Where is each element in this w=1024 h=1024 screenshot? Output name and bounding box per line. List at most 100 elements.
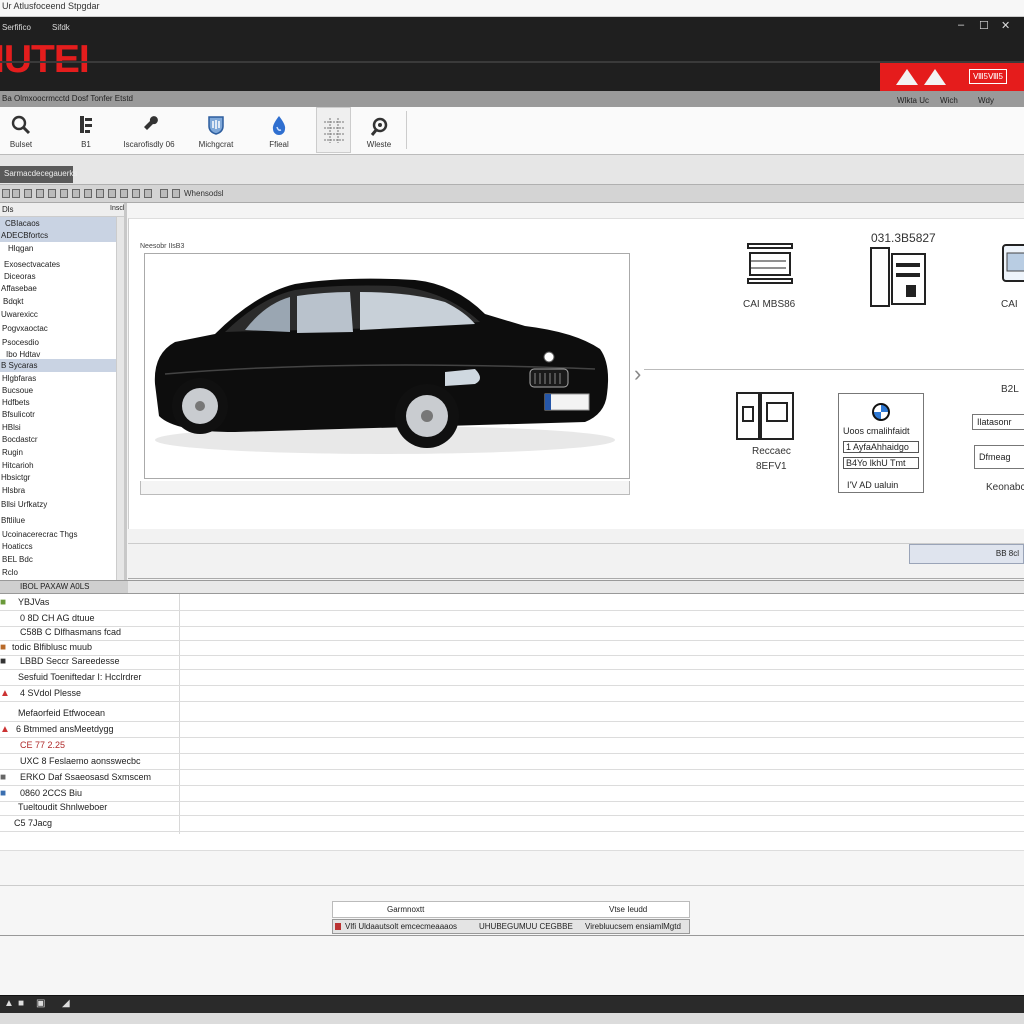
sidebar-item[interactable]: Hlsbra [0, 484, 116, 497]
tray-icon[interactable]: ■ [18, 998, 29, 1009]
toolbar-shield-button[interactable]: Michgcrat [190, 107, 242, 153]
footer-divider [128, 543, 1024, 544]
list-item[interactable]: ■ YBJVas [0, 595, 1024, 611]
list-item[interactable]: Sesfuid Toeniftedar I: Hcclrdrer [0, 670, 1024, 686]
sidebar-item[interactable]: Bfsulicotr [0, 408, 116, 421]
sidebar-item[interactable]: Bdqkt [0, 295, 116, 308]
close-button[interactable]: ✕ [1001, 19, 1010, 32]
tool-icon[interactable] [72, 189, 80, 198]
sidebar-scrollbar[interactable] [116, 217, 124, 580]
list-item[interactable]: UXC 8 Feslaemo aonsswecbc [0, 754, 1024, 770]
minimize-button[interactable]: – [958, 19, 964, 31]
tool-icon[interactable] [132, 189, 140, 198]
partial-module-icon[interactable] [1001, 243, 1024, 283]
brand-logo: IUTEI [0, 38, 90, 81]
sidebar-item[interactable]: Hlqgan [0, 242, 116, 255]
shield-icon [206, 115, 226, 140]
toolbar-settings-button[interactable]: Wleste [360, 107, 398, 153]
bottom-tab-2[interactable]: UHUBEGUMUU CEGBBE [479, 922, 573, 931]
sidebar-item[interactable]: Bocdastcr [0, 433, 116, 446]
bottom-tab-1[interactable]: Vlfi Uldaautsolt emcecmeaaaos [345, 922, 457, 931]
sidebar-item[interactable]: Hbsictgr [0, 471, 116, 484]
toolbar-document-button[interactable]: B1 [66, 107, 106, 153]
nav-link-1[interactable]: Wlkta Uc [897, 96, 929, 105]
panel-action-button[interactable]: BB 8cl [909, 544, 1024, 564]
list-item[interactable]: ■ LBBD Seccr Sareedesse [0, 654, 1024, 670]
sidebar-item[interactable]: BEL Bdc [0, 553, 116, 566]
list-item[interactable]: ■ ERKO Daf Ssaeosasd Sxmscem [0, 770, 1024, 786]
sidebar-item[interactable]: Rugin [0, 446, 116, 459]
tool-icon[interactable] [120, 189, 128, 198]
window-icon[interactable]: ▣ [36, 998, 47, 1009]
grid-icon [322, 116, 346, 149]
sidebar-item[interactable]: Hoaticcs [0, 540, 116, 553]
toolbar-grid-button[interactable] [316, 107, 351, 153]
vehicle-image-frame [144, 253, 630, 479]
list-item[interactable]: CE 77 2.25 [0, 738, 1024, 754]
list-item[interactable]: C5 7Jacg [0, 816, 1024, 832]
toolbar-search-button[interactable]: Bulset [0, 107, 42, 153]
sidebar-item[interactable]: Bllsi Urfkatzy [0, 498, 116, 511]
side-button-1[interactable]: Ilatasonr [972, 414, 1024, 430]
list-item[interactable]: Tueltoudit Shnlweboer [0, 800, 1024, 816]
toolbar-fuel-button[interactable]: Ffieal [256, 107, 302, 153]
list-header-label: IBOL PAXAW A0LS [0, 581, 128, 593]
tool-icon[interactable] [172, 189, 180, 198]
tool-icon[interactable] [12, 189, 20, 198]
bottom-header-left: Garmnoxtt [387, 905, 425, 914]
toolbar-wrench-button[interactable]: Iscarofisdly 06 [118, 107, 180, 153]
nav-link-3[interactable]: Wdy [978, 96, 994, 105]
sidebar-item[interactable]: Affasebae [0, 282, 116, 295]
list-item[interactable]: C58B C Dlfhasmans fcad [0, 625, 1024, 641]
vehicle-image-base [140, 481, 630, 495]
scanner-module-icon[interactable] [868, 245, 928, 309]
sidebar-header-right: Inscl [110, 205, 125, 212]
nav-link-2[interactable]: Wich [940, 96, 958, 105]
sidebar-item[interactable]: B Sycaras [0, 359, 116, 372]
divider [0, 935, 1024, 936]
bottom-header: Garmnoxtt Vtse Ieudd [332, 901, 690, 918]
vehicle-info-card[interactable]: Uoos cmalihfaidt 1 AyfaAhhaidgo B4Yo lkh… [838, 393, 924, 493]
car-image [154, 278, 615, 454]
sidebar-header: Dls Inscl [0, 203, 124, 217]
chevron-right-icon[interactable]: › [634, 361, 641, 387]
tool-icon[interactable] [144, 189, 152, 198]
module-label-4: 8EFV1 [756, 461, 787, 472]
tool-icon[interactable] [160, 189, 168, 198]
tool-icon[interactable] [2, 189, 10, 198]
sidebar-item[interactable]: Uwarexicc [0, 308, 116, 321]
sidebar-item[interactable]: Bftlilue [0, 514, 116, 527]
sidebar-item[interactable]: Pogvxaoctac [0, 322, 116, 335]
tool-icon[interactable] [84, 189, 92, 198]
side-button-2[interactable]: Dfmeag [974, 445, 1024, 469]
list-item[interactable]: ▲ 4 SVdol Plesse [0, 686, 1024, 702]
maximize-button[interactable]: ☐ [979, 19, 989, 32]
tab-main[interactable]: Sarmacdecegauerks [0, 166, 77, 183]
status-icon [335, 923, 341, 930]
bottom-tabs: Vlfi Uldaautsolt emcecmeaaaos UHUBEGUMUU… [332, 919, 690, 934]
tool-icon[interactable] [108, 189, 116, 198]
sidebar-item[interactable]: ADECBfortcs [0, 229, 116, 242]
sidebar-item[interactable]: Rclo [0, 566, 116, 579]
tool-icon[interactable] [96, 189, 104, 198]
list-item[interactable]: ▲ 6 Btmmed ansMeetdygg [0, 722, 1024, 738]
list-item[interactable]: Mefaorfeid Etfwocean [0, 706, 1024, 722]
warning-triangle-icon [896, 69, 918, 85]
info-icon: ■ [0, 788, 7, 799]
module-label-5: Keonabc [986, 482, 1024, 493]
vehicle-caption: Neesobr IIsB3 [140, 243, 185, 250]
panel-footer: BB 8cl [128, 529, 1024, 579]
arrow-icon[interactable]: ◢ [62, 998, 73, 1009]
bell-icon[interactable]: ▲ [4, 998, 15, 1009]
tool-icon[interactable] [36, 189, 44, 198]
tool-icon[interactable] [24, 189, 32, 198]
diagnostic-module-icon[interactable] [735, 391, 795, 441]
menu-item-file[interactable]: Serfifico [2, 23, 31, 32]
bottom-tab-3[interactable]: Virebluucsem ensiamlMgtd [585, 922, 681, 931]
menu-item-edit[interactable]: Sifdk [52, 23, 70, 32]
tool-icon[interactable] [60, 189, 68, 198]
header-red-button[interactable]: Ⅷ5Ⅷ5 [969, 69, 1007, 84]
toolbar-separator [406, 111, 407, 149]
ecu-module-icon[interactable] [746, 241, 794, 285]
tool-icon[interactable] [48, 189, 56, 198]
